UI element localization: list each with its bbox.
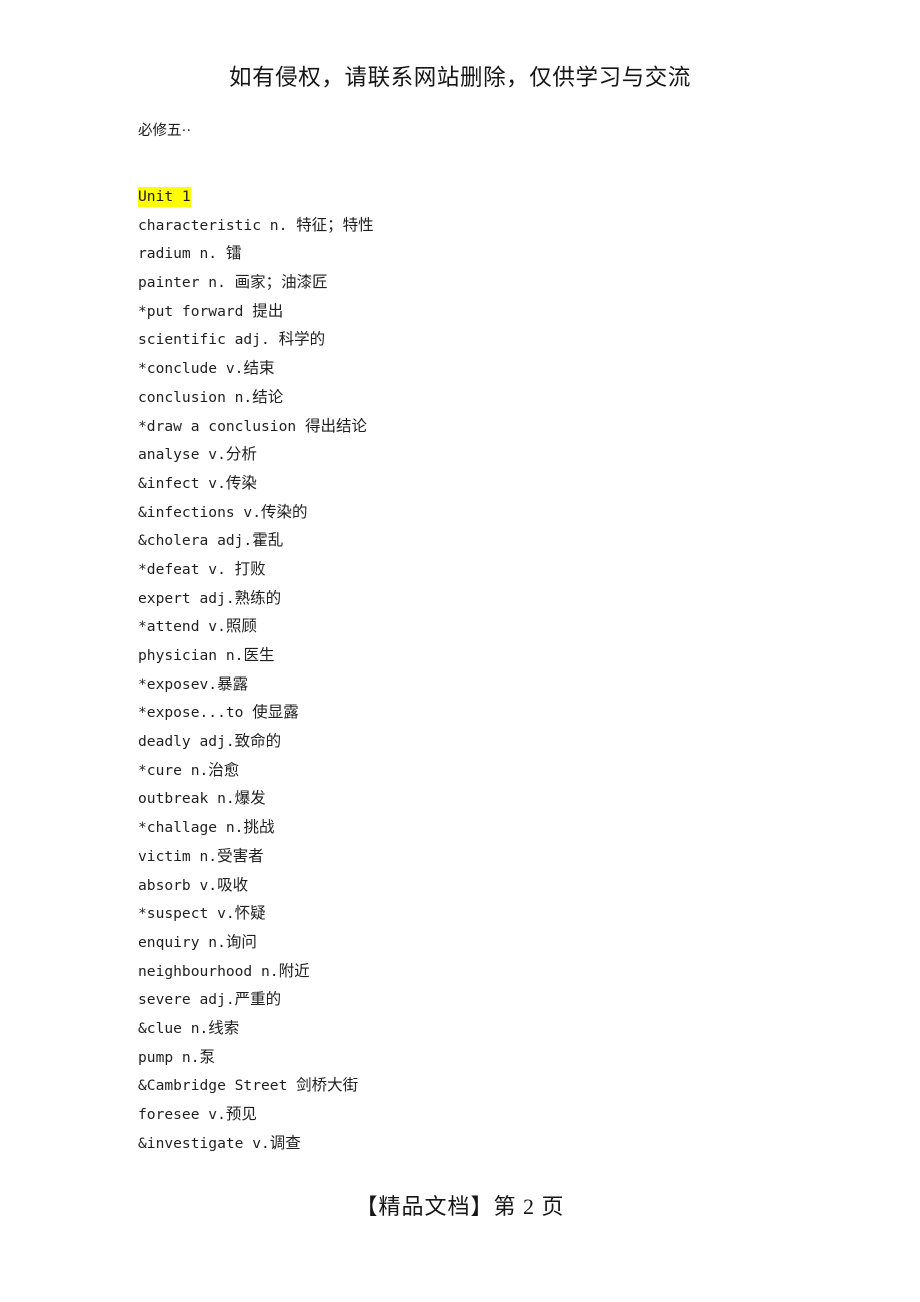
vocabulary-entry: *exposev.暴露 <box>138 675 249 693</box>
vocabulary-entry: foresee v.预见 <box>138 1106 257 1123</box>
vocabulary-entry: &infect v.传染 <box>138 474 257 492</box>
page-footer: 【精品文档】第 2 页 <box>355 1194 565 1219</box>
vocabulary-entry: *defeat v. 打败 <box>138 560 266 578</box>
vocabulary-entry: conclusion n.结论 <box>138 388 284 406</box>
vocabulary-entry: *put forward 提出 <box>138 302 284 320</box>
vocabulary-entry: painter n. 画家；油漆匠 <box>138 274 328 292</box>
vocabulary-entry: scientific adj. 科学的 <box>138 331 326 349</box>
vocabulary-entry: *draw a conclusion 得出结论 <box>138 417 367 435</box>
vocabulary-entry: outbreak n.爆发 <box>138 790 266 808</box>
vocabulary-entry: analyse v.分析 <box>138 446 257 464</box>
vocabulary-entry: radium n. 镭 <box>138 245 242 263</box>
vocabulary-block: Unit 1 characteristic n. 特征；特性 radium n. … <box>138 183 838 1158</box>
unit-heading-highlight: Unit 1 <box>138 187 191 207</box>
vocabulary-entry: *suspect v.怀疑 <box>138 905 266 923</box>
vocabulary-entry: pump n.泵 <box>138 1048 216 1066</box>
vocabulary-list: characteristic n. 特征；特性 radium n. 镭 painte… <box>138 212 838 1159</box>
vocabulary-entry: &investigate v.调查 <box>138 1134 301 1152</box>
vocabulary-entry: *conclude v.结束 <box>138 360 275 378</box>
vocabulary-entry: physician n.医生 <box>138 647 275 664</box>
vocabulary-entry: absorb v.吸收 <box>138 876 249 894</box>
copyright-notice: 如有侵权，请联系网站删除，仅供学习与交流 <box>228 65 691 90</box>
unit-heading: Unit 1 <box>138 183 838 212</box>
vocabulary-entry: &cholera adj.霍乱 <box>138 532 284 550</box>
vocabulary-entry: &Cambridge Street 剑桥大街 <box>138 1077 359 1095</box>
vocabulary-entry: *expose...to 使显露 <box>138 704 299 722</box>
vocabulary-entry: enquiry n.询问 <box>138 933 257 951</box>
vocabulary-entry: deadly adj.致命的 <box>138 733 282 751</box>
vocabulary-entry: expert adj.熟练的 <box>138 589 282 607</box>
vocabulary-entry: &clue n.线索 <box>138 1019 240 1037</box>
vocabulary-entry: &infections v.传染的 <box>138 503 308 521</box>
vocabulary-entry: neighbourhood n.附近 <box>138 962 310 980</box>
volume-label: 必修五·· <box>138 123 192 139</box>
vocabulary-entry: characteristic n. 特征；特性 <box>138 216 374 234</box>
vocabulary-entry: severe adj.严重的 <box>138 991 282 1009</box>
vocabulary-entry: *cure n.治愈 <box>138 761 240 779</box>
vocabulary-entry: *attend v.照顾 <box>138 618 257 636</box>
vocabulary-entry: victim n.受害者 <box>138 847 264 865</box>
vocabulary-entry: *challage n.挑战 <box>138 819 275 837</box>
document-page: 如有侵权，请联系网站删除，仅供学习与交流 必修五·· Unit 1 charac… <box>0 0 920 1302</box>
